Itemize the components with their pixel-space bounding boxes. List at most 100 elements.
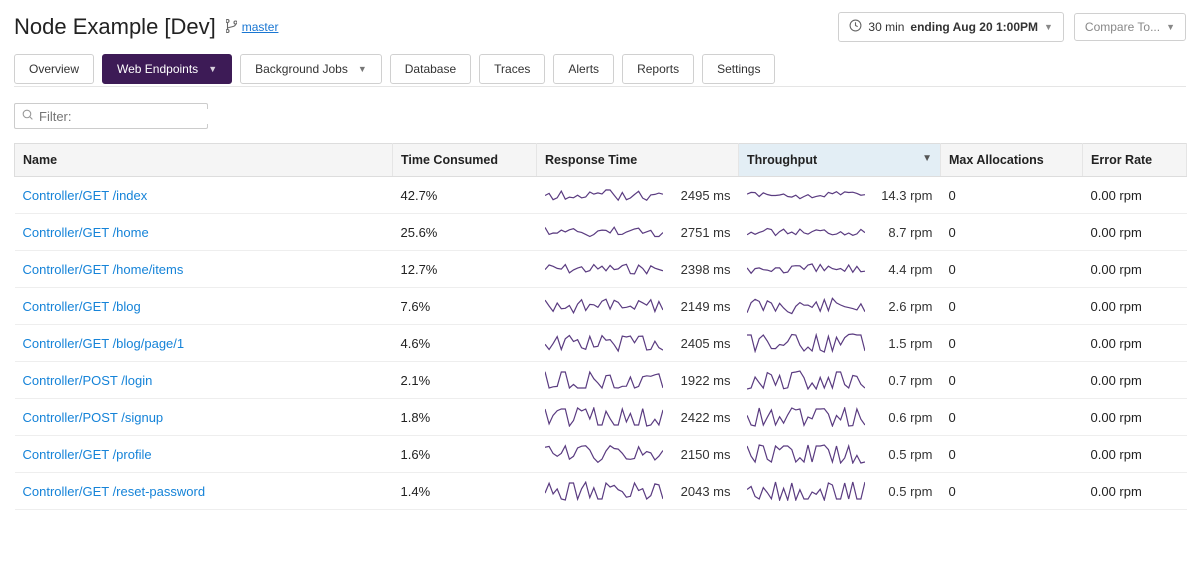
cell-throughput: 0.6 rpm xyxy=(747,407,933,427)
compare-picker[interactable]: Compare To... ▼ xyxy=(1074,13,1186,41)
tab-background-jobs-label: Background Jobs xyxy=(255,62,348,76)
tab-background-jobs[interactable]: Background Jobs ▼ xyxy=(240,54,382,84)
table-row: Controller/GET /blog 7.6% 2149 ms 2.6 rpm 00… xyxy=(15,288,1187,325)
table-row: Controller/POST /login 2.1% 1922 ms 0.7 rpm… xyxy=(15,362,1187,399)
cell-max-alloc: 0 xyxy=(941,325,1083,362)
col-header-response-time[interactable]: Response Time xyxy=(537,144,739,177)
cell-time-consumed: 7.6% xyxy=(393,288,537,325)
cell-response-time: 2043 ms xyxy=(545,481,731,501)
col-header-throughput-label: Throughput xyxy=(747,153,817,167)
cell-throughput: 1.5 rpm xyxy=(747,333,933,353)
table-row: Controller/GET /home/items 12.7% 2398 ms 4.… xyxy=(15,251,1187,288)
cell-time-consumed: 1.6% xyxy=(393,436,537,473)
cell-max-alloc: 0 xyxy=(941,251,1083,288)
tab-traces[interactable]: Traces xyxy=(479,54,545,84)
chevron-down-icon: ▼ xyxy=(208,64,217,74)
cell-throughput: 0.5 rpm xyxy=(747,481,933,501)
cell-max-alloc: 0 xyxy=(941,177,1083,214)
tab-alerts[interactable]: Alerts xyxy=(553,54,614,84)
time-range-end: ending Aug 20 1:00PM xyxy=(910,20,1038,34)
col-header-name[interactable]: Name xyxy=(15,144,393,177)
cell-response-time: 2149 ms xyxy=(545,296,731,316)
cell-throughput: 0.5 rpm xyxy=(747,444,933,464)
search-icon xyxy=(21,108,34,124)
branch-tag[interactable]: master xyxy=(226,19,279,36)
chevron-down-icon: ▼ xyxy=(1044,22,1053,32)
tab-overview[interactable]: Overview xyxy=(14,54,94,84)
sort-desc-icon: ▼ xyxy=(922,153,932,164)
cell-error-rate: 0.00 rpm xyxy=(1083,399,1187,436)
col-header-throughput[interactable]: Throughput ▼ xyxy=(739,144,941,177)
cell-response-time: 2398 ms xyxy=(545,259,731,279)
cell-error-rate: 0.00 rpm xyxy=(1083,177,1187,214)
cell-response-time: 2405 ms xyxy=(545,333,731,353)
time-range-prefix: 30 min xyxy=(868,20,904,34)
cell-time-consumed: 12.7% xyxy=(393,251,537,288)
cell-time-consumed: 25.6% xyxy=(393,214,537,251)
cell-max-alloc: 0 xyxy=(941,362,1083,399)
cell-response-time: 1922 ms xyxy=(545,370,731,390)
cell-time-consumed: 2.1% xyxy=(393,362,537,399)
cell-error-rate: 0.00 rpm xyxy=(1083,288,1187,325)
table-row: Controller/GET /index 42.7% 2495 ms 14.3 rp… xyxy=(15,177,1187,214)
chevron-down-icon: ▼ xyxy=(1166,22,1175,32)
col-header-max-alloc[interactable]: Max Allocations xyxy=(941,144,1083,177)
branch-link[interactable]: master xyxy=(242,20,279,34)
clock-icon xyxy=(849,19,862,35)
cell-max-alloc: 0 xyxy=(941,214,1083,251)
cell-max-alloc: 0 xyxy=(941,436,1083,473)
cell-response-time: 2751 ms xyxy=(545,222,731,242)
cell-error-rate: 0.00 rpm xyxy=(1083,362,1187,399)
time-range-picker[interactable]: 30 min ending Aug 20 1:00PM ▼ xyxy=(838,12,1064,42)
cell-time-consumed: 4.6% xyxy=(393,325,537,362)
cell-response-time: 2495 ms xyxy=(545,185,731,205)
cell-time-consumed: 1.4% xyxy=(393,473,537,510)
col-header-error-rate[interactable]: Error Rate xyxy=(1083,144,1187,177)
compare-label: Compare To... xyxy=(1085,20,1160,34)
endpoint-link[interactable]: Controller/POST /login xyxy=(23,373,153,388)
endpoint-link[interactable]: Controller/POST /signup xyxy=(23,410,164,425)
tab-web-endpoints-label: Web Endpoints xyxy=(117,62,198,76)
tab-web-endpoints[interactable]: Web Endpoints ▼ xyxy=(102,54,232,84)
cell-throughput: 2.6 rpm xyxy=(747,296,933,316)
cell-error-rate: 0.00 rpm xyxy=(1083,325,1187,362)
endpoint-link[interactable]: Controller/GET /blog/page/1 xyxy=(23,336,185,351)
tab-reports[interactable]: Reports xyxy=(622,54,694,84)
cell-throughput: 14.3 rpm xyxy=(747,185,933,205)
endpoint-link[interactable]: Controller/GET /home xyxy=(23,225,149,240)
nav-tabs: Overview Web Endpoints ▼ Background Jobs… xyxy=(14,54,1186,87)
tab-settings[interactable]: Settings xyxy=(702,54,775,84)
filter-input[interactable] xyxy=(39,109,215,124)
cell-max-alloc: 0 xyxy=(941,399,1083,436)
table-row: Controller/GET /reset-password 1.4% 2043 m… xyxy=(15,473,1187,510)
cell-throughput: 4.4 rpm xyxy=(747,259,933,279)
cell-error-rate: 0.00 rpm xyxy=(1083,436,1187,473)
table-row: Controller/GET /profile 1.6% 2150 ms 0.5 rp… xyxy=(15,436,1187,473)
cell-time-consumed: 1.8% xyxy=(393,399,537,436)
cell-throughput: 8.7 rpm xyxy=(747,222,933,242)
cell-max-alloc: 0 xyxy=(941,473,1083,510)
chevron-down-icon: ▼ xyxy=(358,64,367,74)
endpoint-link[interactable]: Controller/GET /profile xyxy=(23,447,152,462)
cell-error-rate: 0.00 rpm xyxy=(1083,473,1187,510)
cell-response-time: 2422 ms xyxy=(545,407,731,427)
tab-database[interactable]: Database xyxy=(390,54,471,84)
endpoint-link[interactable]: Controller/GET /blog xyxy=(23,299,141,314)
branch-icon xyxy=(226,19,237,36)
filter-box[interactable] xyxy=(14,103,208,129)
cell-error-rate: 0.00 rpm xyxy=(1083,214,1187,251)
endpoint-link[interactable]: Controller/GET /home/items xyxy=(23,262,184,277)
cell-response-time: 2150 ms xyxy=(545,444,731,464)
cell-max-alloc: 0 xyxy=(941,288,1083,325)
table-row: Controller/GET /blog/page/1 4.6% 2405 ms 1.… xyxy=(15,325,1187,362)
cell-error-rate: 0.00 rpm xyxy=(1083,251,1187,288)
cell-throughput: 0.7 rpm xyxy=(747,370,933,390)
table-row: Controller/POST /signup 1.8% 2422 ms 0.6 rp… xyxy=(15,399,1187,436)
cell-time-consumed: 42.7% xyxy=(393,177,537,214)
endpoints-table: Name Time Consumed Response Time Through… xyxy=(14,143,1187,510)
col-header-time-consumed[interactable]: Time Consumed xyxy=(393,144,537,177)
table-row: Controller/GET /home 25.6% 2751 ms 8.7 rpm 0… xyxy=(15,214,1187,251)
endpoint-link[interactable]: Controller/GET /reset-password xyxy=(23,484,206,499)
endpoint-link[interactable]: Controller/GET /index xyxy=(23,188,148,203)
page-title: Node Example [Dev] xyxy=(14,14,216,40)
